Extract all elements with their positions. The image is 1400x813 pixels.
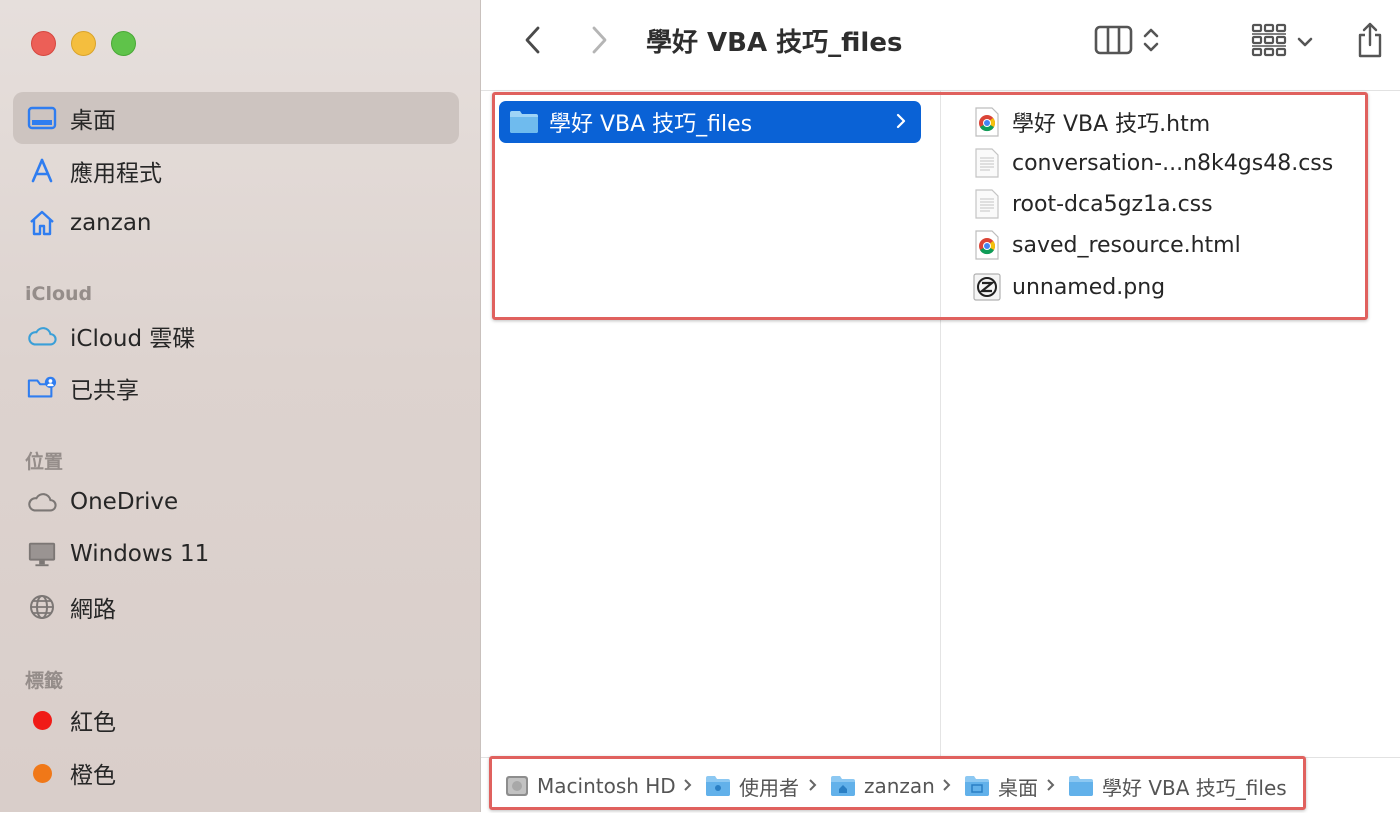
chevron-left-icon xyxy=(523,25,541,59)
view-mode-button[interactable] xyxy=(1087,24,1167,60)
sidebar-item-label: zanzan xyxy=(70,210,152,236)
sidebar-item-label: 紅色 xyxy=(70,710,116,736)
desktop-icon xyxy=(27,103,57,133)
column-view-icon xyxy=(1094,24,1134,60)
cloud-outline-icon xyxy=(27,487,57,517)
grid-group-icon xyxy=(1251,23,1287,61)
forward-button[interactable] xyxy=(585,25,615,59)
chevron-updown-icon xyxy=(1142,25,1160,59)
sidebar-item-label: 已共享 xyxy=(70,378,139,404)
window-controls xyxy=(31,31,136,56)
chevron-down-icon xyxy=(1297,33,1313,52)
tag-red-dot xyxy=(27,705,57,735)
share-icon xyxy=(1356,21,1384,63)
sidebar-item-onedrive[interactable]: OneDrive xyxy=(13,476,459,528)
sidebar-item-tag-orange[interactable]: 橙色 xyxy=(13,747,459,799)
sidebar-item-label: OneDrive xyxy=(70,489,179,515)
cloud-icon xyxy=(27,321,57,351)
sidebar-item-network[interactable]: 網路 xyxy=(13,581,459,633)
sidebar-item-windows-11[interactable]: Windows 11 xyxy=(13,528,459,580)
sidebar-item-label: 桌面 xyxy=(70,108,116,134)
section-header-icloud: iCloud xyxy=(25,283,93,305)
sidebar: 桌面 應用程式 zanzan iCloud iCloud 雲碟 已共享 位置 O… xyxy=(0,0,481,812)
sidebar-item-label: 網路 xyxy=(70,597,116,623)
sidebar-item-desktop[interactable]: 桌面 xyxy=(13,92,459,144)
display-icon xyxy=(27,539,57,569)
sidebar-item-label: 橙色 xyxy=(70,763,116,789)
sidebar-item-label: Windows 11 xyxy=(70,541,210,567)
highlight-box-files xyxy=(492,92,1368,320)
tag-orange-dot xyxy=(27,758,57,788)
sidebar-item-applications[interactable]: 應用程式 xyxy=(13,145,459,197)
highlight-box-pathbar xyxy=(489,756,1306,810)
zoom-button[interactable] xyxy=(111,31,136,56)
minimize-button[interactable] xyxy=(71,31,96,56)
sidebar-item-icloud-drive[interactable]: iCloud 雲碟 xyxy=(13,310,459,362)
back-button[interactable] xyxy=(517,25,547,59)
share-button[interactable] xyxy=(1353,20,1387,64)
close-button[interactable] xyxy=(31,31,56,56)
sidebar-item-home[interactable]: zanzan xyxy=(13,197,459,249)
sidebar-item-label: 應用程式 xyxy=(70,161,162,187)
sidebar-item-shared[interactable]: 已共享 xyxy=(13,362,459,414)
shared-folder-icon xyxy=(27,373,57,403)
toolbar: 學好 VBA 技巧_files xyxy=(481,0,1400,91)
network-globe-icon xyxy=(27,592,57,622)
home-icon xyxy=(27,208,57,238)
sidebar-item-label: iCloud 雲碟 xyxy=(70,326,196,352)
applications-icon xyxy=(27,156,57,186)
sidebar-item-tag-red[interactable]: 紅色 xyxy=(13,694,459,746)
window-title: 學好 VBA 技巧_files xyxy=(646,28,903,58)
chevron-right-icon xyxy=(591,25,609,59)
section-header-locations: 位置 xyxy=(25,451,64,473)
section-header-tags: 標籤 xyxy=(25,670,64,692)
group-button[interactable] xyxy=(1247,23,1317,61)
